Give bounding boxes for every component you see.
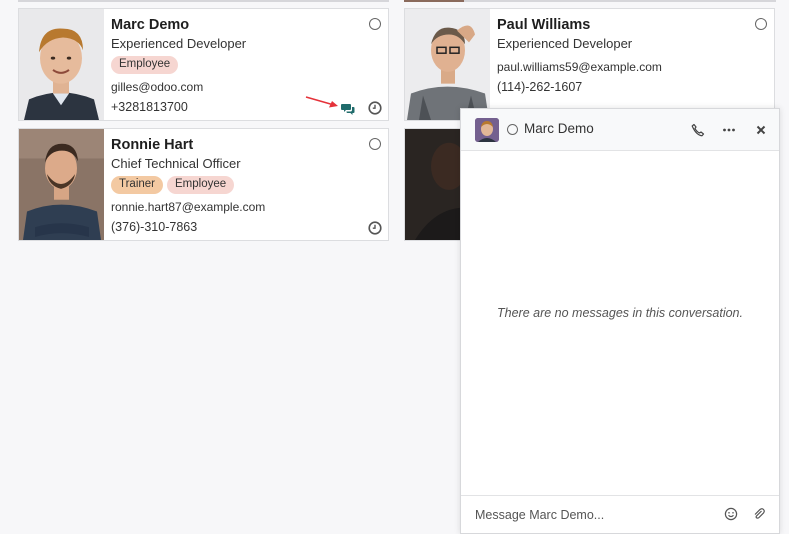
- employee-card-ronnie-hart[interactable]: Ronnie Hart Chief Technical Officer Trai…: [18, 128, 389, 241]
- employee-name: Marc Demo: [111, 17, 190, 33]
- avatar: [475, 118, 499, 142]
- chat-title[interactable]: Marc Demo: [524, 121, 594, 136]
- employee-photo: [19, 9, 104, 120]
- employee-name: Paul Williams: [497, 17, 591, 33]
- paperclip-icon[interactable]: [752, 507, 766, 521]
- employee-photo: [19, 129, 104, 240]
- tag-employee[interactable]: Employee: [167, 176, 235, 194]
- employee-card-partial[interactable]: [404, 128, 464, 241]
- employee-email: ronnie.hart87@example.com: [111, 200, 266, 214]
- presence-status-icon: [507, 124, 518, 135]
- employee-tags: Trainer Employee: [111, 176, 378, 194]
- card-edge-top: [464, 0, 776, 2]
- tag-trainer[interactable]: Trainer: [111, 176, 163, 194]
- clock-icon[interactable]: [368, 101, 382, 115]
- smiley-icon[interactable]: [724, 507, 738, 521]
- chat-composer[interactable]: [461, 495, 779, 533]
- employee-name: Ronnie Hart: [111, 137, 194, 153]
- employee-email: gilles@odoo.com: [111, 80, 204, 94]
- chat-bubbles-icon[interactable]: [341, 103, 355, 115]
- ellipsis-icon[interactable]: [721, 122, 737, 138]
- employee-job-title: Chief Technical Officer: [111, 156, 241, 171]
- employee-job-title: Experienced Developer: [497, 36, 633, 51]
- chat-window[interactable]: Marc Demo There are no messages in this …: [460, 108, 780, 534]
- clock-icon[interactable]: [368, 221, 382, 235]
- card-edge-top: [404, 0, 464, 2]
- employee-photo: [405, 9, 490, 120]
- presence-status-icon: [369, 18, 381, 30]
- annotation-arrow: [305, 96, 338, 108]
- empty-conversation-message: There are no messages in this conversati…: [497, 306, 743, 320]
- employee-phone: (114)-262-1607: [497, 80, 583, 94]
- phone-icon[interactable]: [690, 122, 706, 138]
- employee-phone: (376)-310-7863: [111, 220, 198, 234]
- employee-photo: [405, 129, 463, 240]
- employee-job-title: Experienced Developer: [111, 36, 247, 51]
- employee-email: paul.williams59@example.com: [497, 60, 662, 74]
- employee-card-paul-williams[interactable]: Paul Williams Experienced Developer paul…: [404, 8, 775, 121]
- tag-employee[interactable]: Employee: [111, 56, 179, 74]
- card-edge-top: [18, 0, 389, 2]
- close-icon[interactable]: [753, 122, 769, 138]
- employee-tags: Employee: [111, 56, 378, 74]
- presence-status-icon: [755, 18, 767, 30]
- presence-status-icon: [369, 138, 381, 150]
- message-input[interactable]: [475, 506, 715, 524]
- chat-header[interactable]: Marc Demo: [461, 109, 779, 151]
